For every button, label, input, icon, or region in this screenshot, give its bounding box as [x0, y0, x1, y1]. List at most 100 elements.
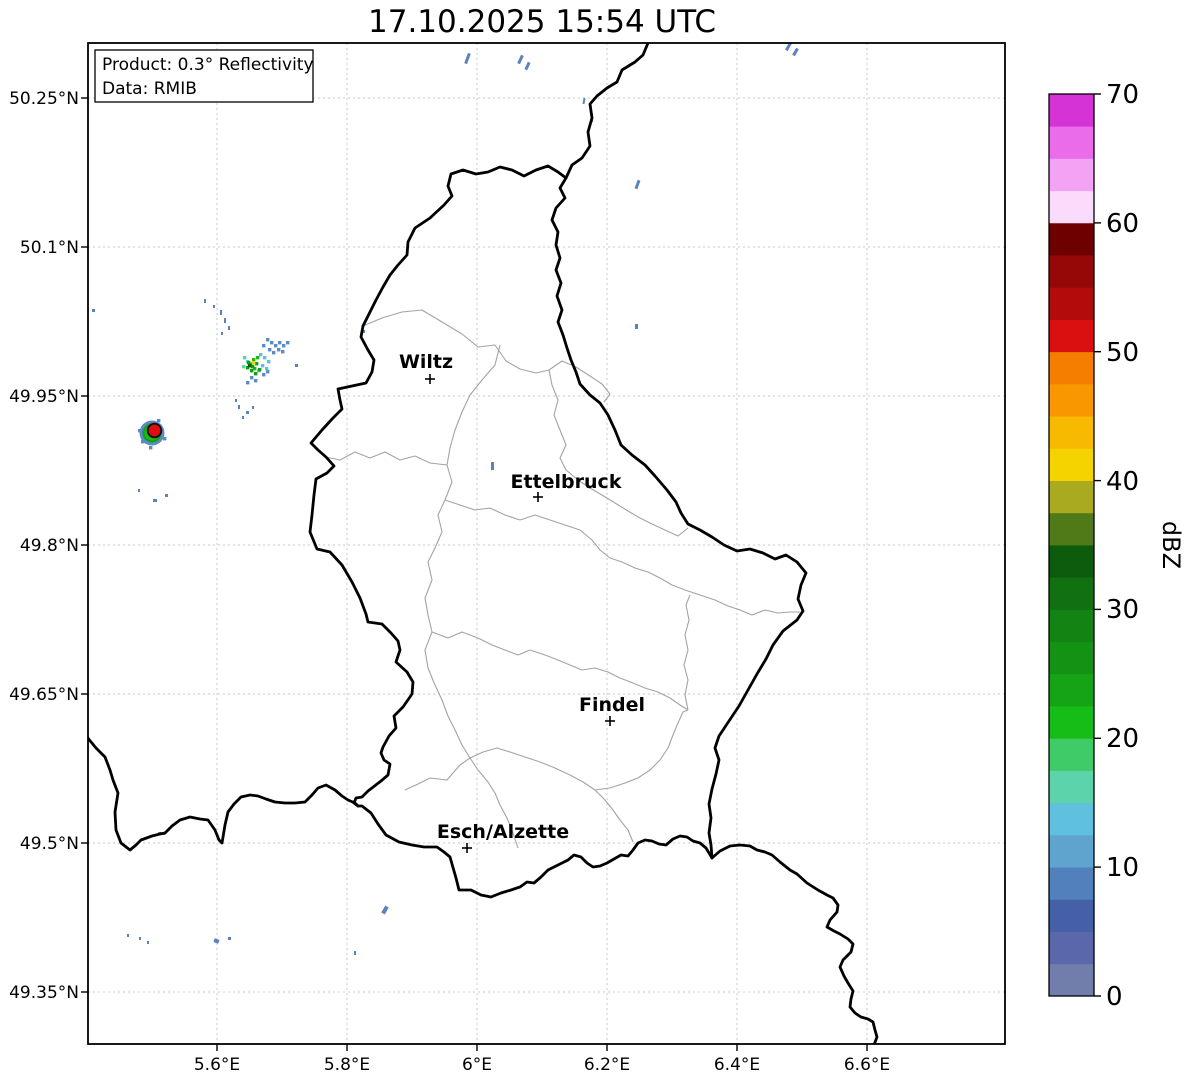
radar-echo-pixel: [258, 368, 262, 372]
colorbar-segment: [1049, 351, 1094, 385]
x-tick: 5.8°E: [324, 1055, 370, 1075]
radar-speck: [153, 499, 157, 502]
info-box: Product: 0.3° Reflectivity Data: RMIB: [94, 49, 314, 103]
radar-speck: [491, 462, 494, 470]
info-product-line: Product: 0.3° Reflectivity: [102, 55, 314, 75]
colorbar-segment: [1049, 931, 1094, 965]
radar-echo-pixel: [270, 341, 274, 345]
cbar-tick: 20: [1106, 724, 1139, 754]
radar-echo-pixel: [261, 364, 265, 368]
radar-cell-core: [146, 422, 163, 439]
radar-echo-pixel: [256, 356, 260, 360]
city-label-findel: Findel: [579, 694, 645, 716]
radar-echo-pixel: [266, 338, 270, 342]
colorbar-segment: [1049, 512, 1094, 546]
radar-speck: [204, 299, 206, 303]
colorbar-segment: [1049, 383, 1094, 417]
colorbar-segment: [1049, 158, 1094, 192]
radar-speck: [138, 489, 140, 492]
radar-speck: [235, 399, 237, 402]
colorbar-segment: [1049, 94, 1094, 127]
map-canvas: Wiltz Ettelbruck Findel Esch/Alzette 50.…: [9, 4, 1184, 1075]
colorbar-segment: [1049, 577, 1094, 610]
colorbar-segment: [1049, 770, 1094, 804]
y-tick-labels: 50.25°N 50.1°N 49.95°N 49.8°N 49.65°N 49…: [9, 89, 79, 1003]
y-tick: 49.35°N: [9, 983, 79, 1003]
colorbar-ticks: [1094, 93, 1101, 997]
y-tick: 49.65°N: [9, 685, 79, 705]
city-label-ettelbruck: Ettelbruck: [511, 471, 622, 493]
radar-echo-pixel: [282, 344, 286, 348]
colorbar-segment: [1049, 287, 1094, 320]
colorbar-segment: [1049, 641, 1094, 675]
cbar-tick: 70: [1106, 80, 1139, 110]
colorbar-segment: [1049, 545, 1094, 578]
radar-echo-pixel: [281, 350, 285, 354]
colorbar-segments: [1049, 94, 1094, 997]
radar-echo-pixel: [254, 372, 258, 376]
colorbar-segment: [1049, 867, 1094, 900]
radar-echo-pixel: [272, 351, 276, 355]
info-data-line: Data: RMIB: [102, 79, 197, 99]
colorbar-segment: [1049, 416, 1094, 449]
radar-speck: [635, 324, 638, 329]
radar-echo-pixel: [250, 376, 254, 380]
city-label-wiltz: Wiltz: [399, 351, 453, 373]
colorbar-segment: [1049, 480, 1094, 514]
radar-speck: [228, 937, 231, 940]
colorbar-segment: [1049, 899, 1094, 932]
colorbar-segment: [1049, 609, 1094, 643]
cbar-tick: 60: [1106, 209, 1139, 239]
radar-speck: [246, 411, 249, 414]
cbar-tick: 10: [1106, 853, 1139, 883]
radar-echo-pixel: [259, 353, 263, 357]
x-tick: 6.2°E: [584, 1055, 630, 1075]
radar-echo-pixel: [242, 365, 246, 369]
x-tick: 6.4°E: [714, 1055, 760, 1075]
radar-speck: [92, 309, 95, 312]
colorbar-segment: [1049, 222, 1094, 256]
radar-echo-pixel: [263, 356, 267, 360]
radar-echo-pixel: [251, 365, 255, 369]
radar-echo-pixel: [252, 358, 256, 362]
radar-speck: [238, 405, 240, 409]
radar-echo-pixel: [255, 362, 259, 366]
radar-speck: [213, 305, 215, 308]
colorbar-tick-labels: 0 10 20 30 40 50 60 70: [1106, 80, 1139, 1012]
colorbar-segment: [1049, 255, 1094, 288]
radar-echo-pixel: [254, 379, 258, 383]
radar-echo-pixel: [274, 344, 278, 348]
colorbar-segment: [1049, 963, 1094, 997]
x-tick: 5.6°E: [194, 1055, 240, 1075]
y-tick: 49.95°N: [9, 387, 79, 407]
radar-speck: [295, 364, 298, 367]
y-tick: 50.1°N: [20, 238, 79, 258]
radar-echo-pixel: [262, 373, 266, 377]
colorbar-segment: [1049, 673, 1094, 707]
radar-speck: [127, 934, 129, 937]
radar-echo-pixel: [246, 381, 250, 385]
y-tick: 50.25°N: [9, 89, 79, 109]
city-label-esch: Esch/Alzette: [437, 821, 569, 843]
cbar-tick: 40: [1106, 467, 1139, 497]
radar-speck: [228, 326, 230, 330]
radar-echo-pixel: [248, 364, 252, 368]
colorbar-segment: [1049, 319, 1094, 353]
radar-speck: [242, 416, 244, 419]
radar-echo-pixel: [268, 348, 272, 352]
cbar-tick: 50: [1106, 338, 1139, 368]
page-title: 17.10.2025 15:54 UTC: [368, 4, 716, 40]
colorbar-segment: [1049, 706, 1094, 739]
x-tick: 6°E: [462, 1055, 492, 1075]
colorbar-segment: [1049, 448, 1094, 481]
radar-echo-pixel: [252, 361, 256, 365]
radar-echo-pixel: [265, 367, 269, 371]
radar-echo-pixel: [262, 344, 266, 348]
radar-echo-pixel: [149, 446, 153, 450]
radar-map-figure: Wiltz Ettelbruck Findel Esch/Alzette 50.…: [0, 0, 1184, 1081]
radar-speck: [221, 332, 223, 335]
radar-echo-pixel: [250, 369, 254, 373]
radar-speck: [224, 318, 226, 323]
radar-speck: [354, 951, 356, 955]
y-tick: 49.8°N: [20, 536, 79, 556]
